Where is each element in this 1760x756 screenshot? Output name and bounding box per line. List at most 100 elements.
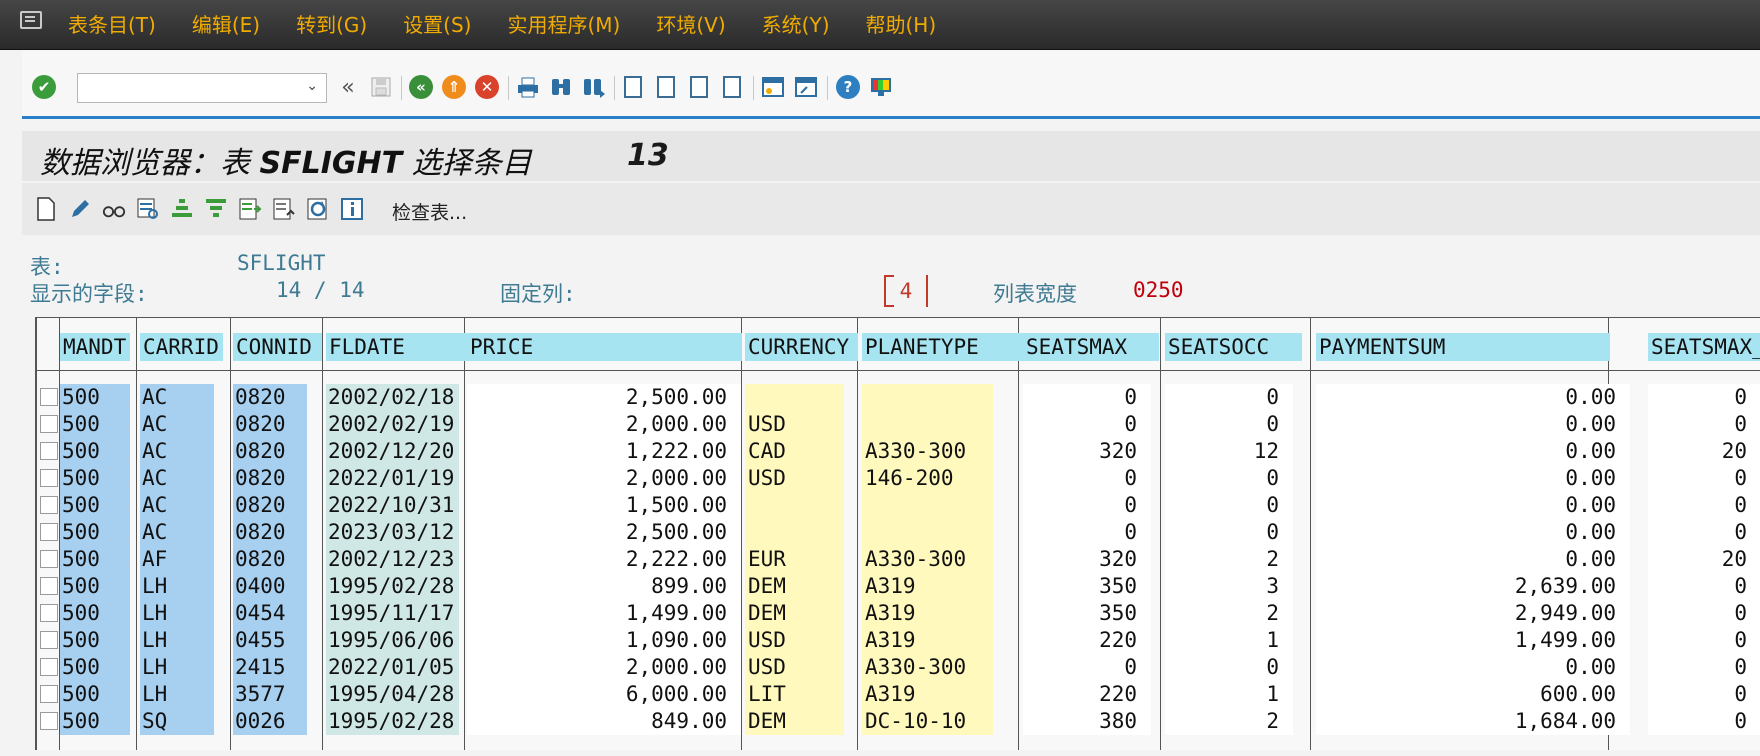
column-header-currency[interactable]: CURRENCY [745,333,858,361]
menu-help[interactable]: 帮助(H) [866,12,937,38]
column-header-price[interactable]: PRICE [467,333,742,361]
enter-check-icon[interactable]: ✔ [31,74,57,100]
table-row[interactable]: 500 AC 0820 2022/10/31 1,500.00 0 0 0.00 0 [36,492,1760,519]
exit-icon[interactable]: ⇑ [441,74,467,100]
help-icon[interactable]: ? [835,74,861,100]
select-all-icon[interactable] [136,197,160,221]
table-row[interactable]: 500 LH 3577 1995/04/28 6,000.00 LIT A319 220 1 60… [36,681,1760,708]
chevron-down-icon[interactable]: ⌄ [306,78,318,94]
table-row[interactable]: 500 LH 0400 1995/02/28 899.00 DEM A319 350 3 2,63… [36,573,1760,600]
cell-currency: USD [745,411,844,438]
next-page-icon[interactable] [686,74,712,100]
back-icon[interactable]: « [335,74,361,100]
row-select-checkbox[interactable] [40,469,58,487]
first-page-icon[interactable] [620,74,646,100]
sort-descending-icon[interactable] [204,197,228,221]
last-page-icon[interactable] [719,74,745,100]
column-header-connid[interactable]: CONNID [233,333,322,361]
column-header-seatsmax_b[interactable]: SEATSMAX_B [1648,333,1760,361]
info-icon[interactable] [340,197,364,221]
column-header-seatsmax[interactable]: SEATSMAX [1023,333,1159,361]
row-select-checkbox[interactable] [40,415,58,433]
fields-value: 14 / 14 [276,278,365,302]
table-row[interactable]: 500 SQ 0026 1995/02/28 849.00 DEM DC-10-10 380 2… [36,708,1760,735]
find-icon[interactable] [548,74,574,100]
table-row[interactable]: 500 AC 0820 2023/03/12 2,500.00 0 0 0.00 0 [36,519,1760,546]
menu-settings[interactable]: 设置(S) [403,12,471,38]
row-select-checkbox[interactable] [40,658,58,676]
cell-currency: USD [745,654,844,681]
menu-system[interactable]: 系统(Y) [762,12,830,38]
row-select-checkbox[interactable] [40,712,58,730]
print-icon[interactable] [515,74,541,100]
cell-planetype: A319 [862,600,993,627]
cell-seatsmax_b: 0 [1648,411,1760,438]
table-row[interactable]: 500 LH 0454 1995/11/17 1,499.00 DEM A319 350 2 2,… [36,600,1760,627]
table-row[interactable]: 500 LH 2415 2022/01/05 2,000.00 USD A330-300 0 0… [36,654,1760,681]
cell-seatsocc: 0 [1165,465,1293,492]
edit-pencil-icon[interactable] [68,197,92,221]
cell-seatsmax: 220 [1023,627,1151,654]
menu-table-entry[interactable]: 表条目(T) [68,12,156,38]
cell-carrid: AC [140,492,214,519]
cell-price: 2,500.00 [467,384,741,411]
cell-seatsmax_b: 0 [1648,627,1760,654]
new-entry-icon[interactable] [34,197,58,221]
column-header-fldate[interactable]: FLDATE [326,333,469,361]
find-next-icon[interactable] [581,74,607,100]
menu-environment[interactable]: 环境(V) [656,12,725,38]
menu-icon[interactable] [20,11,42,29]
column-header-paymentsum[interactable]: PAYMENTSUM [1316,333,1610,361]
back-green-icon[interactable]: « [408,74,434,100]
column-header-seatsocc[interactable]: SEATSOCC [1165,333,1302,361]
cancel-icon[interactable]: ✕ [474,74,500,100]
row-select-checkbox[interactable] [40,550,58,568]
cell-carrid: LH [140,600,214,627]
command-field[interactable]: ⌄ [77,73,327,103]
display-glasses-icon[interactable] [102,197,126,221]
fixed-columns-input[interactable]: 4 [884,275,928,307]
cell-seatsmax: 320 [1023,546,1151,573]
table-row[interactable]: 500 AC 0820 2022/01/19 2,000.00 USD 146-200 0 0 0… [36,465,1760,492]
details-icon[interactable] [272,197,296,221]
table-row[interactable]: 500 AC 0820 2002/02/18 2,500.00 0 0 0.00 0 [36,384,1760,411]
column-header-planetype[interactable]: PLANETYPE [862,333,1024,361]
row-select-checkbox[interactable] [40,577,58,595]
column-header-mandt[interactable]: MANDT [60,333,130,361]
row-select-checkbox[interactable] [40,604,58,622]
cell-fldate: 1995/02/28 [326,708,459,735]
table-row[interactable]: 500 AC 0820 2002/12/20 1,222.00 CAD A330-300 32… [36,438,1760,465]
new-session-icon[interactable] [760,74,786,100]
cell-seatsocc: 0 [1165,411,1293,438]
check-table-button[interactable]: 检查表... [392,198,467,225]
table-row[interactable]: 500 AF 0820 2002/12/23 2,222.00 EUR A330-300 32… [36,546,1760,573]
refresh-icon[interactable] [306,197,330,221]
row-select-checkbox[interactable] [40,388,58,406]
shortcut-icon[interactable] [793,74,819,100]
prev-page-icon[interactable] [653,74,679,100]
row-select-checkbox[interactable] [40,442,58,460]
choose-fields-icon[interactable] [238,197,262,221]
cell-planetype: A319 [862,573,993,600]
row-select-checkbox[interactable] [40,496,58,514]
row-select-checkbox[interactable] [40,631,58,649]
save-icon[interactable] [368,74,394,100]
column-header-carrid[interactable]: CARRID [140,333,223,361]
cell-seatsocc: 2 [1165,546,1293,573]
row-select-checkbox[interactable] [40,685,58,703]
menu-goto[interactable]: 转到(G) [296,12,367,38]
menu-edit[interactable]: 编辑(E) [192,12,260,38]
cell-paymentsum: 0.00 [1316,438,1630,465]
table-row[interactable]: 500 LH 0455 1995/06/06 1,090.00 USD A319 220 1 1,… [36,627,1760,654]
cell-price: 2,000.00 [467,465,741,492]
menu-utilities[interactable]: 实用程序(M) [508,12,621,38]
cell-fldate: 2022/10/31 [326,492,459,519]
customize-layout-icon[interactable] [868,74,894,100]
cell-carrid: AF [140,546,214,573]
cell-seatsocc: 1 [1165,681,1293,708]
cell-price: 2,000.00 [467,411,741,438]
cell-mandt: 500 [60,708,130,735]
row-select-checkbox[interactable] [40,523,58,541]
table-row[interactable]: 500 AC 0820 2002/02/19 2,000.00 USD 0 0 0.00 0 [36,411,1760,438]
sort-ascending-icon[interactable] [170,197,194,221]
